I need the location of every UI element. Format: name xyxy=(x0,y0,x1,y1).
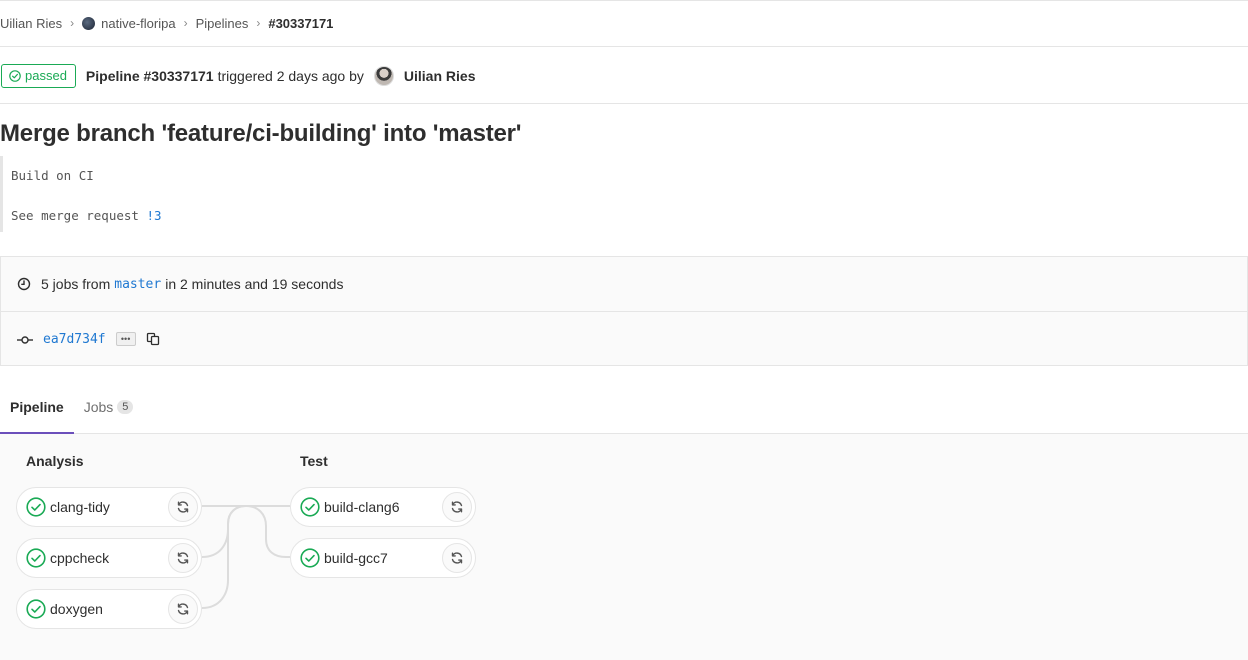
tab-jobs-label: Jobs xyxy=(83,399,114,415)
retry-icon[interactable] xyxy=(442,543,472,573)
retry-icon[interactable] xyxy=(168,492,198,522)
job-build-clang6[interactable]: build-clang6 xyxy=(290,487,476,527)
jobs-count-text: 5 jobs from xyxy=(41,276,111,292)
chevron-right-icon: › xyxy=(70,16,75,30)
commit-sha-link[interactable]: ea7d734f xyxy=(43,332,106,347)
triggered-text: triggered 2 days ago by xyxy=(217,67,364,84)
pipeline-graph: Analysis Test clang-tidy cppcheck doxyge… xyxy=(0,434,1248,660)
pipeline-header: passed Pipeline #30337171 triggered 2 da… xyxy=(0,48,1248,104)
job-name: clang-tidy xyxy=(50,499,110,515)
job-doxygen[interactable]: doxygen xyxy=(16,589,202,629)
commit-desc-line1: Build on CI xyxy=(11,168,94,183)
commit-description: Build on CI See merge request !3 xyxy=(0,156,170,232)
check-circle-icon xyxy=(26,599,46,619)
breadcrumb-project[interactable]: native-floripa xyxy=(101,16,175,31)
stage-title-test: Test xyxy=(300,453,328,469)
commit-title: Merge branch 'feature/ci-building' into … xyxy=(0,120,522,147)
project-avatar xyxy=(82,16,96,30)
commit-row: ea7d734f ••• xyxy=(1,312,1247,366)
pipeline-meta: Pipeline #30337171 triggered 2 days ago … xyxy=(85,65,476,86)
tab-pipeline-label: Pipeline xyxy=(10,399,64,415)
breadcrumb-current[interactable]: #30337171 xyxy=(268,16,333,31)
merge-request-link[interactable]: !3 xyxy=(146,208,161,223)
clock-icon xyxy=(17,277,31,291)
check-circle-icon xyxy=(9,69,21,82)
expand-commit-button[interactable]: ••• xyxy=(115,332,136,346)
duration-text: in 2 minutes and 19 seconds xyxy=(165,276,344,292)
retry-icon[interactable] xyxy=(442,492,472,522)
status-label: passed xyxy=(25,68,67,83)
pipeline-info-box: 5 jobs from master in 2 minutes and 19 s… xyxy=(0,256,1248,366)
retry-icon[interactable] xyxy=(168,594,198,624)
job-name: build-clang6 xyxy=(324,499,400,515)
jobs-count-badge: 5 xyxy=(117,400,134,414)
check-circle-icon xyxy=(26,548,46,568)
check-circle-icon xyxy=(300,497,320,517)
tab-pipeline[interactable]: Pipeline xyxy=(0,381,74,434)
pipeline-id: Pipeline #30337171 xyxy=(85,67,214,84)
tab-jobs[interactable]: Jobs 5 xyxy=(74,381,144,433)
user-link[interactable]: Uilian Ries xyxy=(404,68,476,84)
commit-desc-line2-prefix: See merge request xyxy=(11,208,147,223)
job-clang-tidy[interactable]: clang-tidy xyxy=(16,487,202,527)
job-cppcheck[interactable]: cppcheck xyxy=(16,538,202,578)
job-name: doxygen xyxy=(50,601,103,617)
jobs-summary-row: 5 jobs from master in 2 minutes and 19 s… xyxy=(1,257,1247,312)
pipeline-tabs: Pipeline Jobs 5 xyxy=(0,381,1248,434)
breadcrumb: Uilian Ries › native-floripa › Pipelines… xyxy=(0,0,1248,47)
chevron-right-icon: › xyxy=(256,16,261,30)
retry-icon[interactable] xyxy=(168,543,198,573)
commit-icon xyxy=(17,336,33,344)
copy-icon[interactable] xyxy=(146,332,160,346)
check-circle-icon xyxy=(26,497,46,517)
check-circle-icon xyxy=(300,548,320,568)
job-build-gcc7[interactable]: build-gcc7 xyxy=(290,538,476,578)
job-name: build-gcc7 xyxy=(324,550,388,566)
chevron-right-icon: › xyxy=(183,16,188,30)
user-avatar[interactable] xyxy=(373,65,394,86)
branch-link[interactable]: master xyxy=(114,277,161,292)
status-badge[interactable]: passed xyxy=(1,63,76,88)
stage-title-analysis: Analysis xyxy=(26,453,84,469)
breadcrumb-pipelines[interactable]: Pipelines xyxy=(196,16,249,31)
breadcrumb-user[interactable]: Uilian Ries xyxy=(0,16,62,31)
job-name: cppcheck xyxy=(50,550,110,566)
